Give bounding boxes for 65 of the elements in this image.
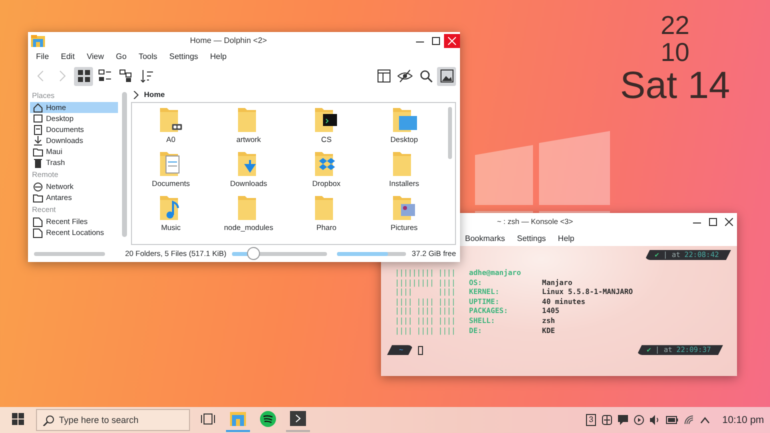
list-view-icon [96,68,112,84]
terminal-folder-icon[interactable] [313,106,340,133]
grid-view-icon [76,68,92,84]
chat-icon[interactable] [618,415,628,425]
menu-item[interactable]: View [80,51,110,63]
globe-icon [33,182,43,192]
document-icon [33,124,43,134]
split-panel-icon [376,68,392,84]
terminal-button[interactable] [286,408,310,432]
menu-item[interactable]: Settings [163,51,204,63]
battery-icon[interactable] [666,416,678,424]
window-title: Home — Dolphin <2> [190,36,267,45]
search-box[interactable]: Type here to search [36,409,190,431]
search-icon [43,414,54,426]
folder-icon [33,192,43,202]
folder-app-icon [31,35,45,47]
windows-logo-icon [12,413,24,425]
text-cursor [418,346,424,355]
play-icon[interactable] [634,415,644,425]
menu-item[interactable]: Help [552,232,580,244]
maximize-icon [432,37,440,45]
search-input[interactable]: Type here to search [59,410,183,430]
scrollbar[interactable] [122,92,127,237]
notification-count[interactable]: 3 [586,414,596,426]
clock-minute: 10 [660,39,691,67]
search-icon [418,68,434,84]
home-icon [33,102,43,112]
music-player-icon [260,410,276,428]
taskbar-clock[interactable]: 10:10 pm [722,412,764,428]
menu-item[interactable]: Go [110,51,133,63]
task-view-icon [201,413,215,425]
download-icon [33,136,43,146]
menu-item[interactable]: File [30,51,55,63]
chevron-right-icon [133,91,139,99]
image-preview-button[interactable] [437,66,456,86]
image-preview-icon [438,68,454,84]
menu-item[interactable]: Tools [132,51,164,63]
folder-icon [33,146,43,156]
maximize-icon [709,218,717,226]
trash-icon [33,158,43,168]
pictures-folder-icon[interactable] [391,194,418,221]
wifi-icon[interactable] [684,415,694,425]
volume-icon[interactable] [650,415,660,425]
grid-view-button[interactable] [74,66,93,86]
scrollbar[interactable] [448,107,452,159]
sort-icon [138,68,154,84]
close-icon [725,218,733,226]
menu-item[interactable]: Edit [54,51,81,63]
file-manager-icon [230,410,246,428]
menu-item[interactable]: Settings [511,232,552,244]
clock-date: Sat 14 [620,66,730,106]
scrollbar[interactable] [34,252,106,256]
desktop-folder-icon[interactable] [391,106,418,133]
monitor-icon [33,114,43,124]
menu-item[interactable]: Help [204,51,233,63]
terminal-icon [290,410,306,428]
caret-up-icon[interactable] [700,416,710,424]
zoom-slider[interactable] [232,247,327,260]
menu-item[interactable]: Bookmarks [459,232,512,244]
hidden-eye-icon [396,68,412,84]
close-icon [448,37,456,45]
slider-thumb[interactable] [247,247,260,260]
clock-hour: 22 [660,12,691,40]
folder-icon[interactable] [158,106,184,133]
tree-view-icon [118,68,134,84]
